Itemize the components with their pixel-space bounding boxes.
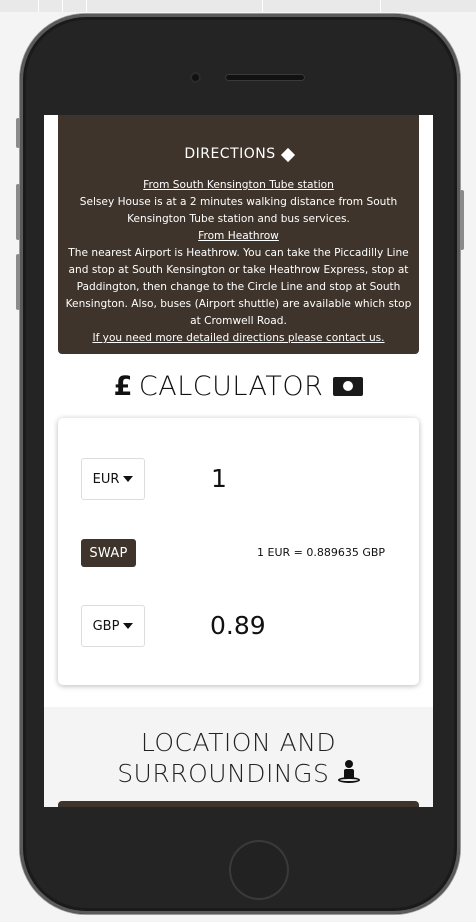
directions-title-text: DIRECTIONS [184,146,276,162]
swap-button[interactable]: SWAP [81,539,136,567]
caret-down-icon [123,476,134,482]
to-currency-select[interactable]: GBP [81,605,145,647]
heathrow-text: The nearest Airport is Heathrow. You can… [65,247,412,327]
street-view-icon [337,760,360,784]
to-currency-value: GBP [92,618,120,634]
location-card [58,801,419,807]
tube-station-text: Selsey House is at a 2 minutes walking d… [79,196,398,225]
phone-mute-switch [16,118,20,148]
location-section: LOCATION AND SURROUNDINGS [44,707,433,807]
pound-sign-icon: £ [113,371,133,402]
directions-title: DIRECTIONS [58,146,419,163]
calculator-title: £ CALCULATOR [44,371,433,402]
money-bill-icon [333,377,364,396]
phone-volume-down [16,254,20,310]
currency-calculator-card: EUR 1 SWAP 1 EUR = 0.889635 GBP GBP 0.89 [58,418,419,685]
tube-station-link[interactable]: From South Kensington Tube station [60,177,417,194]
directions-section: DIRECTIONS From South Kensington Tube st… [58,115,419,354]
from-amount-input[interactable]: 1 [211,464,227,493]
background-divider [262,0,263,12]
phone-volume-up [16,184,20,240]
home-button[interactable] [229,840,289,900]
from-currency-value: EUR [92,471,120,487]
to-amount-output: 0.89 [210,611,266,640]
front-camera [190,72,201,83]
background-divider [86,0,87,12]
background-divider [380,0,381,12]
directions-diamond-icon [280,147,295,162]
caret-down-icon [123,623,134,629]
earpiece-speaker [225,74,305,81]
calculator-title-text: CALCULATOR [138,371,324,402]
location-title-line1: LOCATION AND [140,728,337,757]
page-background-stripe [0,0,476,12]
background-divider [62,0,63,12]
from-currency-select[interactable]: EUR [81,458,145,500]
background-divider [38,0,39,12]
heathrow-link[interactable]: From Heathrow [60,228,417,245]
directions-body: From South Kensington Tube station Selse… [58,177,419,347]
location-title: LOCATION AND SURROUNDINGS [44,727,433,789]
exchange-rate-text: 1 EUR = 0.889635 GBP [257,546,386,559]
phone-power-button [460,190,464,250]
phone-screen: DIRECTIONS From South Kensington Tube st… [44,115,433,807]
contact-link[interactable]: If you need more detailed directions ple… [60,330,417,347]
location-title-line2: SURROUNDINGS [117,759,330,788]
